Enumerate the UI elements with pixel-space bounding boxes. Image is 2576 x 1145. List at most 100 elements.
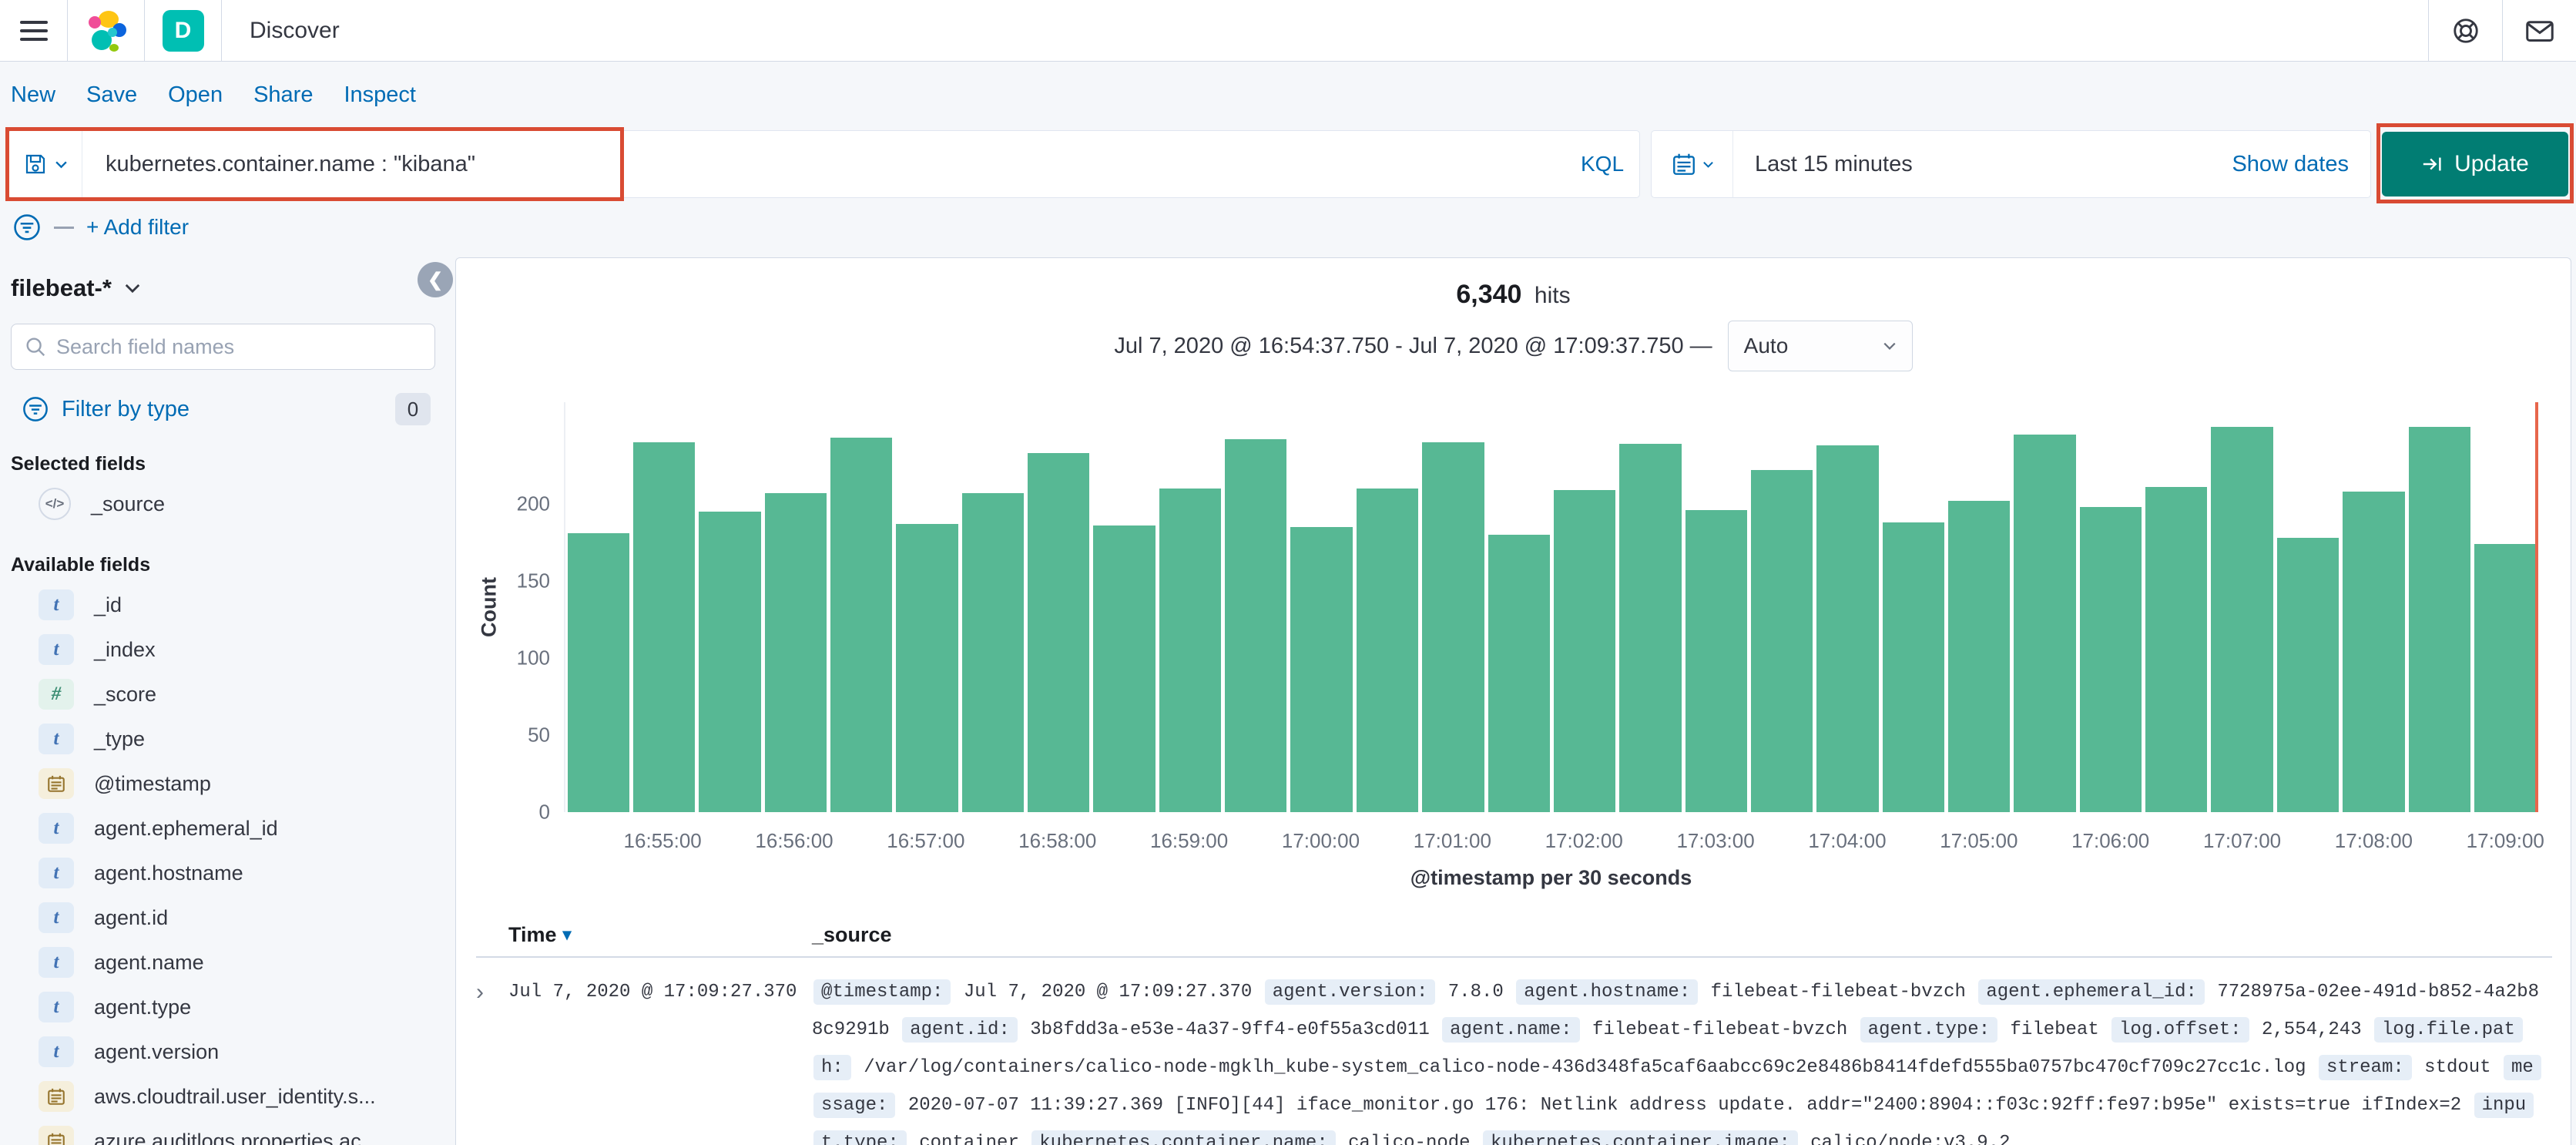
field-item-agent.name[interactable]: t agent.name [11,940,435,985]
histogram-bar[interactable] [567,533,629,812]
field-name: _id [94,593,122,616]
histogram-bar[interactable] [699,512,761,812]
elastic-logo[interactable] [68,0,145,61]
source-field-value: 2020-07-07 11:39:27.369 [INFO][44] iface… [907,1095,2462,1116]
date-quick-select-button[interactable] [1652,131,1733,197]
histogram-bar[interactable] [1685,510,1747,812]
help-button[interactable] [2428,0,2502,61]
source-field-badge: agent.hostname: [1516,979,1699,1005]
hits-header: 6,340 hits [456,258,2571,310]
histogram-bar[interactable] [2408,427,2470,812]
histogram-bar[interactable] [1948,501,2011,812]
filter-by-type[interactable]: Filter by type 0 [11,393,435,425]
chevron-down-icon [1702,161,1713,168]
saved-query-menu-button[interactable] [8,131,82,197]
calendar-icon [1672,153,1695,175]
histogram-bar[interactable] [830,438,893,812]
toolbar-link-inspect[interactable]: Inspect [344,82,416,108]
source-field-value: calico-node [1348,1133,1471,1145]
histogram-bar[interactable] [2079,507,2142,812]
toolbar-link-share[interactable]: Share [253,82,313,108]
y-tick-label: 150 [516,569,550,593]
toolbar-link-save[interactable]: Save [86,82,137,108]
histogram-bar[interactable] [2474,544,2537,812]
y-tick-label: 100 [516,646,550,670]
x-tick-label: 17:04:00 [1808,829,1887,852]
field-item-_score[interactable]: # _score [11,672,435,717]
histogram-bar[interactable] [632,442,696,812]
field-search-input[interactable] [56,334,422,359]
interval-select[interactable]: Auto [1727,321,1913,371]
field-item-azure.auditlogs.properties.ac...[interactable]: azure.auditlogs.properties.ac... [11,1119,435,1145]
toolbar-link-new[interactable]: New [11,82,55,108]
histogram-bar[interactable] [1028,453,1090,812]
show-dates-link[interactable]: Show dates [2232,152,2349,177]
histogram-bar[interactable] [2276,538,2340,812]
histogram-bar[interactable] [1750,470,1813,812]
update-button[interactable]: Update [2382,132,2568,196]
app-icon-segment[interactable]: D [145,0,222,61]
source-field-value: stdout [2424,1057,2491,1078]
menu-icon[interactable] [0,0,68,61]
histogram-bar[interactable] [1882,522,1945,812]
x-tick-label: 17:09:00 [2466,829,2544,852]
source-field-badge: kubernetes.container.name: [1031,1130,1336,1145]
field-item-aws.cloudtrail.user_identity.s...[interactable]: aws.cloudtrail.user_identity.s... [11,1074,435,1119]
histogram-bar[interactable] [2014,435,2076,812]
histogram-bar[interactable] [1619,444,1682,812]
source-field-badge: agent.version: [1264,979,1436,1005]
save-icon [25,154,45,174]
refresh-icon [2423,157,2441,171]
source-field-badge: log.offset: [2111,1017,2249,1043]
date-type-icon [39,1081,74,1112]
expand-row-icon[interactable]: › [476,973,508,1145]
filter-icon[interactable] [12,213,42,242]
field-item-agent.version[interactable]: t agent.version [11,1029,435,1074]
histogram-bar[interactable] [1225,439,1287,812]
source-field-value: filebeat-filebeat-bvzch [1592,1019,1848,1040]
newsfeed-button[interactable] [2502,0,2576,61]
field-item-_index[interactable]: t _index [11,627,435,672]
time-range-value[interactable]: Last 15 minutes [1755,152,1913,177]
index-pattern-switcher[interactable]: filebeat-* [11,274,435,302]
hits-label: hits [1534,283,1571,308]
histogram-bar[interactable] [1422,442,1484,812]
x-tick-label: 16:56:00 [755,829,834,852]
histogram-bar[interactable] [1553,490,1616,812]
histogram-bar[interactable] [1290,527,1353,812]
histogram-bar[interactable] [961,493,1025,812]
query-language-button[interactable]: KQL [1565,152,1639,176]
histogram-bar[interactable] [1816,445,1879,812]
field-item-agent.type[interactable]: t agent.type [11,985,435,1029]
field-name: agent.type [94,995,192,1019]
discover-app-badge: D [162,9,204,52]
histogram-bar[interactable] [2145,487,2208,812]
time-column-header[interactable]: Time ▾ [476,923,812,947]
histogram-bar[interactable] [764,493,827,812]
histogram-bar[interactable] [896,524,958,812]
field-item-agent.ephemeral_id[interactable]: t agent.ephemeral_id [11,806,435,851]
histogram-bar[interactable] [1356,489,1419,812]
y-axis-title: Count [477,577,501,637]
update-button-label: Update [2454,151,2529,176]
field-item-_type[interactable]: t _type [11,717,435,761]
histogram-bar[interactable] [1093,525,1156,812]
doc-source-cell: @timestamp: Jul 7, 2020 @ 17:09:27.370 a… [812,973,2552,1145]
add-filter-link[interactable]: + Add filter [86,215,189,240]
histogram-bar[interactable] [2211,427,2273,812]
histogram-bar[interactable] [2343,492,2405,812]
field-name: agent.ephemeral_id [94,816,278,840]
query-input[interactable] [82,151,1565,177]
histogram-bar[interactable] [1488,535,1550,812]
field-item-@timestamp[interactable]: @timestamp [11,761,435,806]
y-tick-label: 0 [538,800,550,824]
source-field-value: 7.8.0 [1447,982,1504,1002]
toolbar-link-open[interactable]: Open [168,82,223,108]
field-item-agent.id[interactable]: t agent.id [11,895,435,940]
field-item-_id[interactable]: t _id [11,583,435,627]
field-item-agent.hostname[interactable]: t agent.hostname [11,851,435,895]
field-item-_source[interactable]: </> _source [11,482,435,526]
collapse-sidebar-button[interactable]: ❮ [418,262,453,297]
histogram-bar[interactable] [1159,489,1222,812]
selected-fields-heading: Selected fields [11,453,146,475]
